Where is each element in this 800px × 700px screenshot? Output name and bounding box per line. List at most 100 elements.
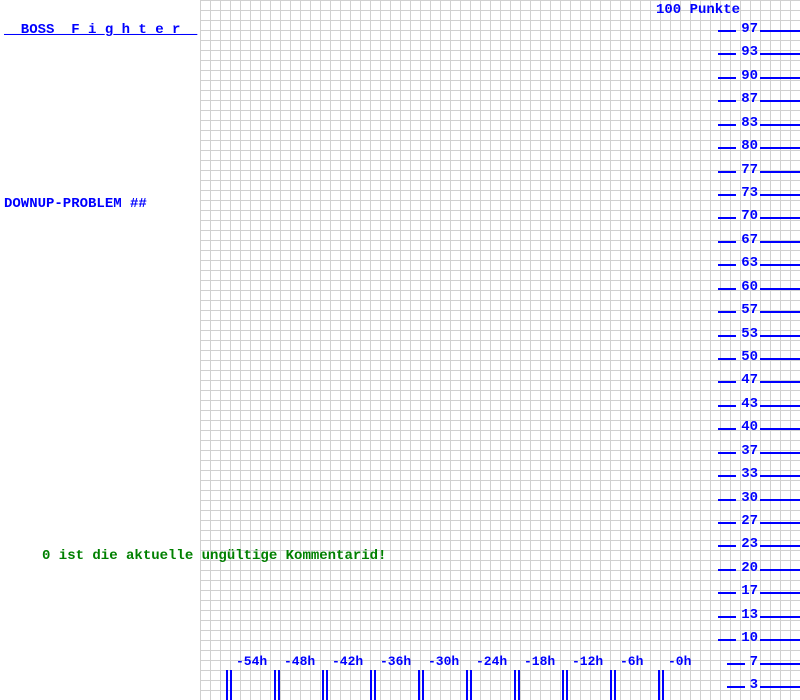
y-tick: 87 <box>760 100 800 102</box>
y-tick: 90 <box>760 77 800 79</box>
x-tick: -54h <box>230 670 232 700</box>
y-tick-label: 57 <box>741 302 760 318</box>
y-tick-label: 53 <box>741 326 760 342</box>
y-tick-label: 97 <box>741 21 760 37</box>
y-tick-label: 70 <box>741 208 760 224</box>
y-tick: 57 <box>760 311 800 313</box>
y-tick-label: 17 <box>741 583 760 599</box>
y-tick: 53 <box>760 335 800 337</box>
y-tick <box>718 405 736 407</box>
y-tick: 93 <box>760 53 800 55</box>
x-tick <box>370 670 372 700</box>
y-tick: 23 <box>760 545 800 547</box>
y-tick-label: 30 <box>741 490 760 506</box>
chart-grid <box>200 0 800 700</box>
y-tick-label: 10 <box>741 630 760 646</box>
y-tick: 13 <box>760 616 800 618</box>
x-tick <box>562 670 564 700</box>
x-tick-label: -6h <box>620 654 643 669</box>
y-tick <box>718 569 736 571</box>
x-tick-label: -42h <box>332 654 363 669</box>
x-tick-label: -54h <box>236 654 267 669</box>
y-tick <box>718 499 736 501</box>
y-tick-label: 60 <box>741 279 760 295</box>
x-tick-label: -48h <box>284 654 315 669</box>
y-tick: 70 <box>760 217 800 219</box>
y-tick-label: 20 <box>741 560 760 576</box>
x-tick: -12h <box>566 670 568 700</box>
x-tick-label: -18h <box>524 654 555 669</box>
x-tick-label: -0h <box>668 654 691 669</box>
y-tick: 83 <box>760 124 800 126</box>
y-tick: 27 <box>760 522 800 524</box>
x-tick <box>418 670 420 700</box>
y-tick: 47 <box>760 381 800 383</box>
y-tick-label: 3 <box>750 677 760 693</box>
y-tick: 37 <box>760 452 800 454</box>
y-tick <box>718 53 736 55</box>
y-tick: 67 <box>760 241 800 243</box>
y-tick: 60 <box>760 288 800 290</box>
footer-message: 0 ist die aktuelle ungültige Kommentarid… <box>42 548 386 564</box>
y-tick-label: 33 <box>741 466 760 482</box>
y-tick: 33 <box>760 475 800 477</box>
punkte-header: 100 Punkte <box>656 2 740 18</box>
x-tick <box>226 670 228 700</box>
y-tick-label: 63 <box>741 255 760 271</box>
x-tick <box>610 670 612 700</box>
y-tick: 20 <box>760 569 800 571</box>
y-tick <box>718 428 736 430</box>
y-tick-label: 83 <box>741 115 760 131</box>
chart-stage: __BOSS__F_i_g_h_t_e_r__ DOWNUP-PROBLEM #… <box>0 0 800 700</box>
y-tick <box>718 77 736 79</box>
y-tick <box>718 147 736 149</box>
x-tick <box>466 670 468 700</box>
x-tick-label: -36h <box>380 654 411 669</box>
y-tick-label: 50 <box>741 349 760 365</box>
x-tick: -6h <box>614 670 616 700</box>
y-tick <box>718 545 736 547</box>
x-tick: -24h <box>470 670 472 700</box>
x-tick: -42h <box>326 670 328 700</box>
y-tick-label: 67 <box>741 232 760 248</box>
x-tick-label: -24h <box>476 654 507 669</box>
y-tick <box>718 194 736 196</box>
y-tick: 73 <box>760 194 800 196</box>
y-tick <box>718 217 736 219</box>
y-tick <box>718 30 736 32</box>
y-tick: 97 <box>760 30 800 32</box>
y-tick-label: 77 <box>741 162 760 178</box>
x-tick: -18h <box>518 670 520 700</box>
y-tick-label: 23 <box>741 536 760 552</box>
y-tick <box>718 452 736 454</box>
y-tick: 30 <box>760 499 800 501</box>
y-tick <box>718 171 736 173</box>
y-tick-label: 13 <box>741 607 760 623</box>
x-tick: -36h <box>374 670 376 700</box>
x-tick: -48h <box>278 670 280 700</box>
title-link[interactable]: __BOSS__F_i_g_h_t_e_r__ <box>4 22 197 38</box>
y-tick <box>727 686 745 688</box>
x-tick <box>274 670 276 700</box>
y-tick <box>718 639 736 641</box>
y-tick-label: 43 <box>741 396 760 412</box>
y-tick-label: 73 <box>741 185 760 201</box>
x-tick: -0h <box>662 670 664 700</box>
y-tick-label: 7 <box>750 654 760 670</box>
y-tick <box>718 522 736 524</box>
y-tick <box>718 475 736 477</box>
y-tick <box>718 264 736 266</box>
x-tick <box>658 670 660 700</box>
y-tick-label: 27 <box>741 513 760 529</box>
y-tick: 50 <box>760 358 800 360</box>
y-tick: 17 <box>760 592 800 594</box>
y-tick <box>718 616 736 618</box>
y-tick: 40 <box>760 428 800 430</box>
y-tick-label: 93 <box>741 44 760 60</box>
x-tick: -30h <box>422 670 424 700</box>
y-tick <box>718 311 736 313</box>
y-tick-label: 40 <box>741 419 760 435</box>
y-tick-label: 37 <box>741 443 760 459</box>
y-tick: 63 <box>760 264 800 266</box>
y-tick <box>718 381 736 383</box>
